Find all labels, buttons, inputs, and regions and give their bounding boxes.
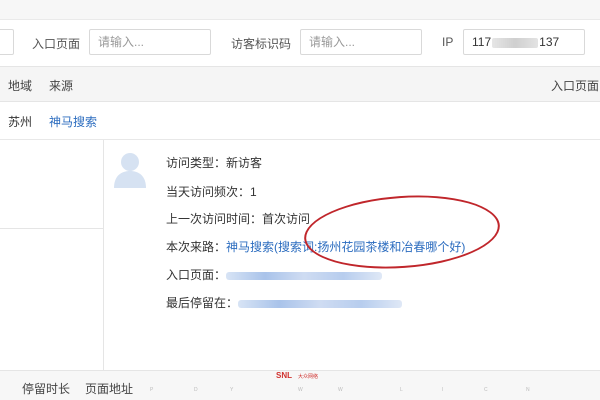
filter-bar: 入口页面 请输入... 访客标识码 请输入... IP 117 137 [0, 20, 600, 66]
frequency-value: 1 [250, 185, 257, 199]
frequency-label: 当天访问频次： [166, 185, 251, 199]
entry-page-input[interactable]: 请输入... [89, 29, 211, 55]
last-visit-label: 上一次访问时间： [166, 212, 263, 226]
table-header: 地域 来源 入口页面 [0, 66, 600, 102]
last-visit: 上一次访问时间：首次访问 [166, 210, 310, 227]
ip-input[interactable]: 117 137 [463, 29, 585, 55]
visit-type-label: 访问类型： [166, 156, 227, 170]
ip-redacted [492, 37, 539, 48]
wm-letter: L [400, 387, 403, 393]
entry-label: 入口页面： [166, 268, 227, 282]
last-stay-url-redacted[interactable] [238, 299, 403, 308]
wm-letter: W [338, 387, 343, 393]
entry-page: 入口页面： [166, 266, 383, 283]
visitor-detail [0, 140, 600, 370]
last-visit-value: 首次访问 [262, 212, 311, 226]
ip-label: IP [442, 35, 454, 49]
watermark-sub: 大众网络 [298, 374, 319, 380]
row-source-link[interactable]: 神马搜索 [49, 113, 97, 130]
entry-url-redacted[interactable] [226, 271, 383, 280]
left-partial-input[interactable] [0, 29, 14, 55]
col-entry-page: 入口页面 [551, 79, 600, 93]
table-row[interactable]: 苏州 神马搜索 [0, 102, 600, 140]
wm-letter: Y [230, 387, 234, 393]
ip-prefix: 117 [472, 35, 492, 49]
wm-letter: P [150, 387, 154, 393]
wm-letter: N [526, 387, 530, 393]
col-source: 来源 [49, 79, 74, 93]
wm-letter: C [484, 387, 488, 393]
wm-letter: W [298, 387, 303, 393]
entry-page-placeholder: 请输入... [98, 35, 145, 49]
col-page-address: 页面地址 [85, 382, 134, 396]
visit-frequency: 当天访问频次：1 [166, 183, 257, 200]
avatar-icon [114, 153, 146, 188]
watermark-brand: SNL [276, 371, 292, 380]
row-region: 苏州 [8, 115, 33, 129]
left-panel-divider [0, 228, 104, 229]
top-strip [0, 0, 600, 20]
last-stay-label: 最后停留在： [166, 296, 239, 310]
visit-type-value: 新访客 [226, 156, 263, 170]
detail-left-panel [0, 140, 104, 370]
col-region: 地域 [8, 79, 33, 93]
visitor-id-placeholder: 请输入... [309, 35, 356, 49]
visitor-id-label: 访客标识码 [231, 37, 292, 51]
visitor-id-input[interactable]: 请输入... [300, 29, 422, 55]
visit-type: 访问类型：新访客 [166, 154, 262, 171]
pageview-header: 停留时长 页面地址 SNL 大众网络 P D Y W W L I C N [0, 370, 600, 400]
wm-letter: D [194, 387, 198, 393]
ip-suffix: 137 [539, 35, 560, 49]
source-label: 本次来路： [166, 240, 227, 254]
col-stay-duration: 停留时长 [22, 382, 71, 396]
entry-page-label: 入口页面 [32, 37, 81, 51]
wm-letter: I [442, 387, 444, 393]
last-stay: 最后停留在： [166, 294, 403, 311]
